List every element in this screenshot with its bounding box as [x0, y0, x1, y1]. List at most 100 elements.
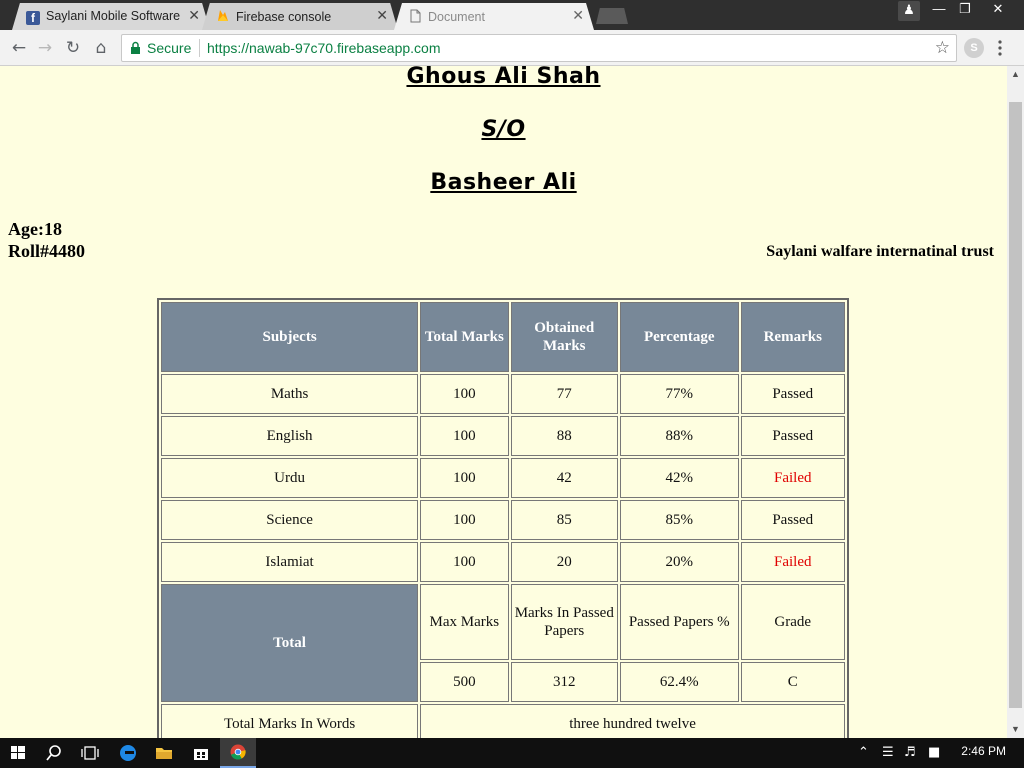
obtained-marks-cell: 20 [510, 542, 618, 582]
user-icon[interactable]: ♟ [898, 1, 920, 21]
close-icon[interactable]: ✕ [376, 7, 388, 24]
table-row: Urdu 100 42 42% Failed [161, 458, 845, 498]
close-icon[interactable]: ✕ [188, 7, 200, 24]
passed-percent-value: 62.4% [620, 662, 739, 702]
home-icon[interactable]: ⌂ [90, 37, 112, 59]
document-icon [410, 9, 421, 23]
tab-bar: f Saylani Mobile Software ✕ Firebase cons… [0, 0, 1024, 30]
tab-firebase[interactable]: Firebase console ✕ [202, 3, 398, 30]
forward-arrow-icon[interactable]: → [34, 37, 56, 59]
browser-toolbar: ← → ↻ ⌂ Secure https://nawab-97c70.fireb… [0, 30, 1024, 66]
grade-value: C [740, 662, 845, 702]
age-label: Age:18 [8, 219, 62, 239]
percentage-cell: 85% [620, 500, 739, 540]
firebase-icon [218, 10, 228, 21]
roll-number-label: Roll#4480 [8, 241, 86, 261]
subject-cell: Urdu [161, 458, 419, 498]
menu-dots-icon[interactable] [998, 40, 1002, 56]
chrome-icon[interactable] [220, 738, 256, 768]
tab-saylani[interactable]: f Saylani Mobile Software ✕ [12, 3, 210, 30]
secure-label: Secure [147, 40, 192, 56]
minimize-icon[interactable]: — [928, 0, 950, 20]
file-explorer-icon[interactable] [146, 738, 182, 768]
total-label-cell: Total [161, 584, 419, 702]
total-subheader-row: Total Max Marks Marks In Passed Papers P… [161, 584, 845, 702]
task-view-icon[interactable] [72, 738, 108, 768]
tray-chevron-icon[interactable]: ⌃ [858, 745, 869, 760]
vertical-scrollbar[interactable]: ▲ ▼ [1007, 66, 1024, 738]
profile-avatar[interactable]: S [964, 38, 984, 58]
window-close-icon[interactable]: ✕ [980, 0, 1016, 20]
subject-cell: English [161, 416, 419, 456]
percentage-cell: 77% [620, 374, 739, 414]
header-total-marks: Total Marks [420, 302, 509, 372]
header-percentage: Percentage [620, 302, 739, 372]
obtained-marks-cell: 42 [510, 458, 618, 498]
lock-icon [131, 41, 140, 54]
clock-time[interactable]: 2:46 PM [961, 744, 1006, 758]
header-obtained-marks: Obtained Marks [510, 302, 618, 372]
obtained-marks-cell: 85 [510, 500, 618, 540]
total-marks-cell: 100 [420, 416, 509, 456]
page-content: Ghous Ali Shah S/O Basheer Ali Age:18 Ro… [0, 66, 1007, 738]
address-bar[interactable]: Secure https://nawab-97c70.firebaseapp.c… [121, 34, 957, 62]
header-subjects: Subjects [161, 302, 419, 372]
total-marks-cell: 100 [420, 542, 509, 582]
windows-start-icon[interactable] [0, 738, 36, 768]
new-tab-button[interactable] [596, 8, 628, 24]
notification-icon[interactable]: ■ [928, 745, 940, 760]
total-marks-cell: 100 [420, 458, 509, 498]
obtained-marks-cell: 77 [510, 374, 618, 414]
tab-title: Firebase console [236, 10, 332, 24]
store-icon[interactable] [183, 738, 219, 768]
passed-marks-value: 312 [510, 662, 618, 702]
max-marks-label: Max Marks [420, 584, 509, 660]
search-icon[interactable] [36, 738, 72, 768]
table-header-row: Subjects Total Marks Obtained Marks Perc… [161, 302, 845, 372]
bookmark-star-icon[interactable]: ☆ [935, 38, 950, 58]
subject-cell: Islamiat [161, 542, 419, 582]
tab-document[interactable]: Document ✕ [394, 3, 594, 30]
max-marks-value: 500 [420, 662, 509, 702]
percentage-cell: 20% [620, 542, 739, 582]
total-marks-cell: 100 [420, 500, 509, 540]
words-row: Total Marks In Words three hundred twelv… [161, 704, 845, 738]
facebook-icon: f [26, 11, 40, 25]
edge-browser-icon[interactable] [110, 738, 146, 768]
remarks-cell: Failed [740, 542, 845, 582]
percentage-cell: 88% [620, 416, 739, 456]
back-arrow-icon[interactable]: ← [8, 37, 30, 59]
remarks-cell: Passed [740, 416, 845, 456]
subject-cell: Science [161, 500, 419, 540]
wifi-icon[interactable]: ☰ [882, 745, 894, 760]
percentage-cell: 42% [620, 458, 739, 498]
remarks-cell: Passed [740, 500, 845, 540]
table-row: Science 100 85 85% Passed [161, 500, 845, 540]
words-value-cell: three hundred twelve [420, 704, 845, 738]
restore-icon[interactable]: ❐ [954, 0, 976, 20]
reload-icon[interactable]: ↻ [62, 37, 84, 59]
passed-marks-label: Marks In Passed Papers [510, 584, 618, 660]
url-separator [199, 39, 200, 57]
obtained-marks-cell: 88 [510, 416, 618, 456]
remarks-cell: Passed [740, 374, 845, 414]
total-marks-cell: 100 [420, 374, 509, 414]
header-remarks: Remarks [740, 302, 845, 372]
marks-table: Subjects Total Marks Obtained Marks Perc… [157, 298, 849, 738]
student-name-heading: Ghous Ali Shah [406, 66, 601, 89]
subject-cell: Maths [161, 374, 419, 414]
scroll-up-icon[interactable]: ▲ [1007, 66, 1024, 83]
table-row: Maths 100 77 77% Passed [161, 374, 845, 414]
table-row: Islamiat 100 20 20% Failed [161, 542, 845, 582]
scroll-thumb[interactable] [1009, 102, 1022, 708]
grade-label: Grade [740, 584, 845, 660]
tab-title: Document [428, 10, 485, 24]
volume-icon[interactable]: ♬ [904, 745, 916, 760]
remarks-cell: Failed [740, 458, 845, 498]
words-label-cell: Total Marks In Words [161, 704, 419, 738]
scroll-down-icon[interactable]: ▼ [1007, 721, 1024, 738]
windows-taskbar: ⌃ ☰ ♬ ■ 2:46 PM [0, 738, 1024, 768]
url-text[interactable]: https://nawab-97c70.firebaseapp.com [207, 40, 440, 56]
close-icon[interactable]: ✕ [572, 7, 584, 24]
relation-heading: S/O [481, 117, 526, 142]
